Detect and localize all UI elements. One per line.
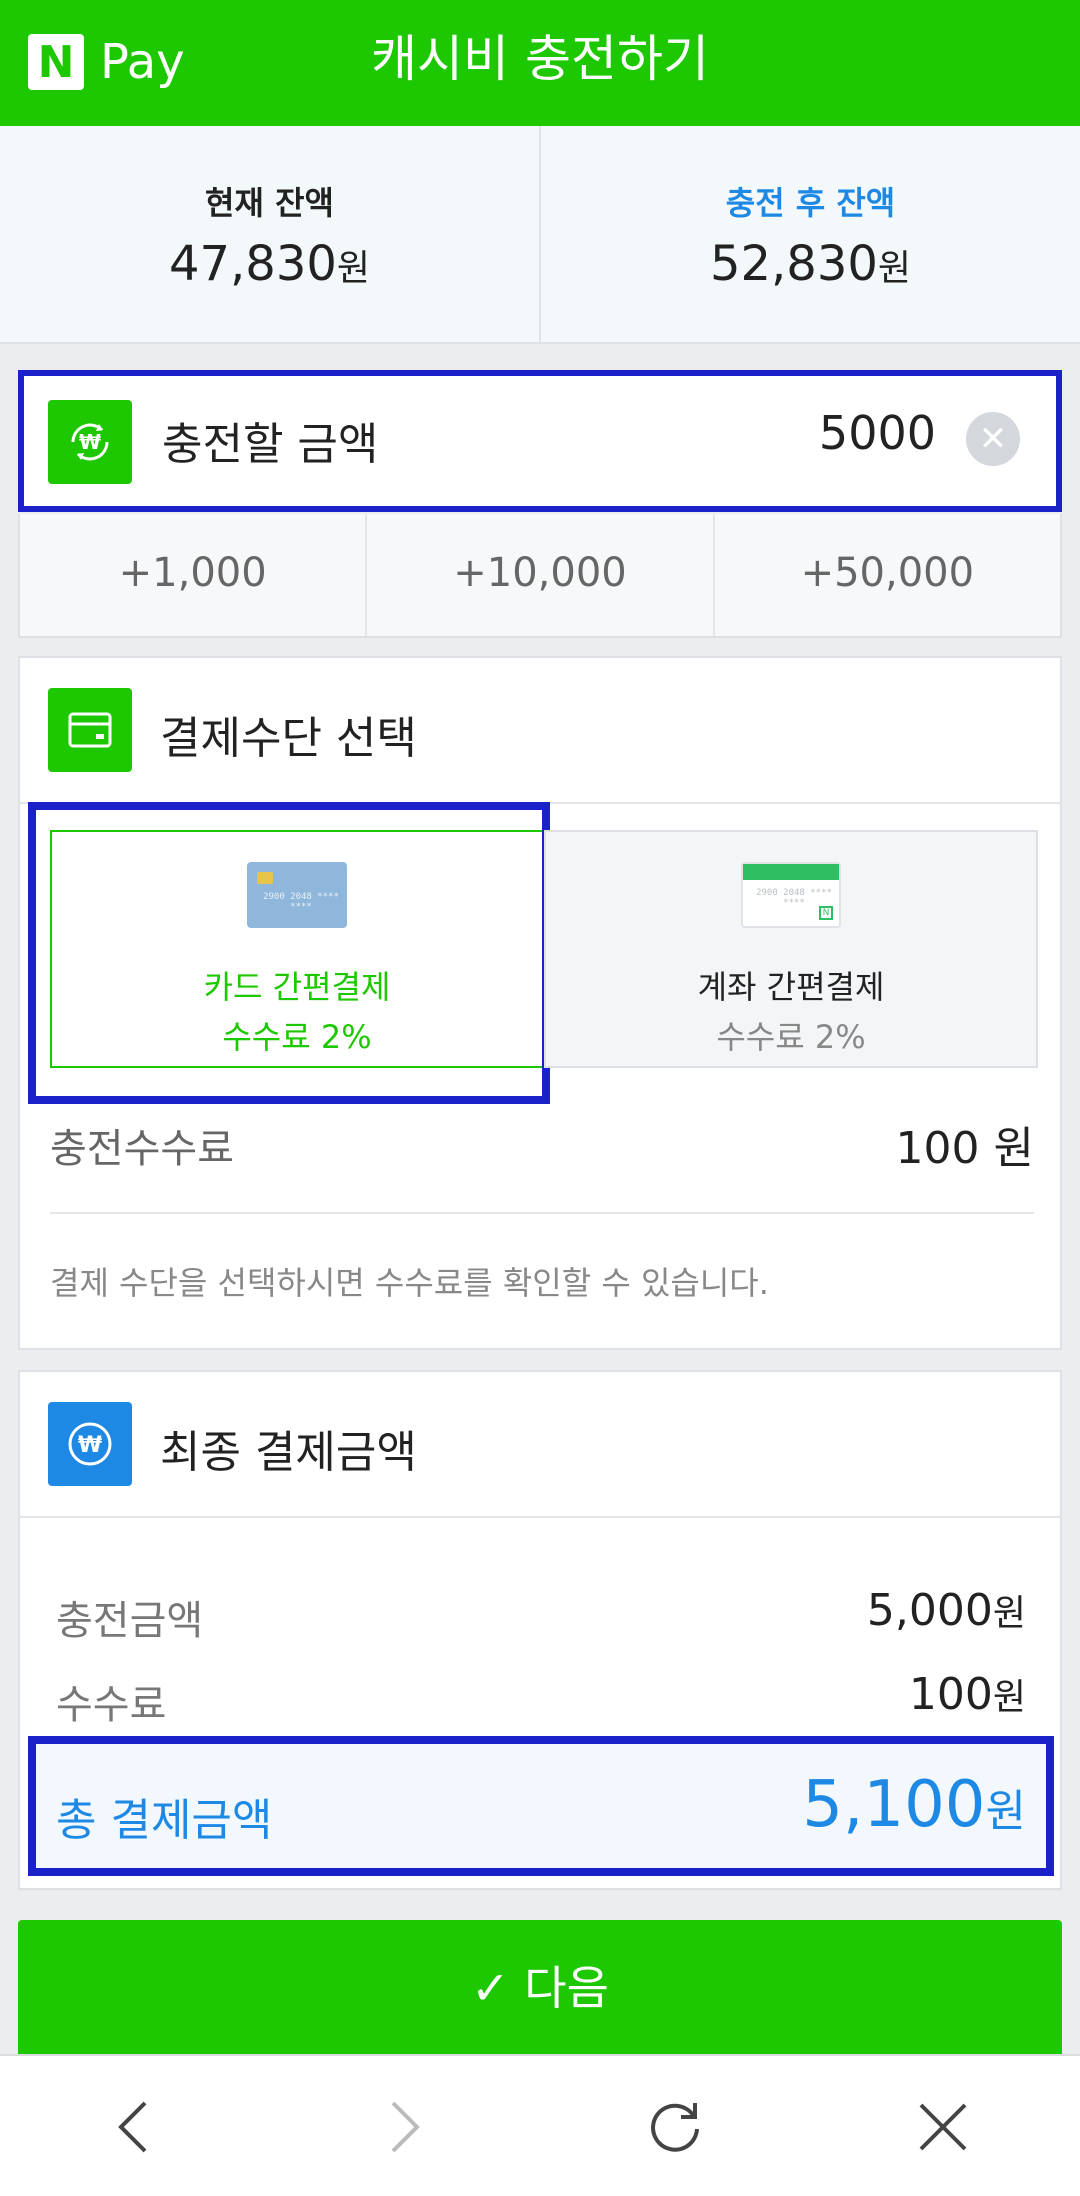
- after-balance-label: 충전 후 잔액: [725, 184, 896, 222]
- payment-method-section: 결제수단 선택 2900 2048 **** **** 카드 간편결제 수수료 …: [18, 656, 1062, 1350]
- account-easy-pay-option[interactable]: 2900 2048 **** **** N 계좌 간편결제 수수료 2%: [544, 830, 1038, 1068]
- charge-amount-summary: 충전금액 5,000원: [56, 1578, 1026, 1648]
- fee-summary-value: 100원: [908, 1669, 1026, 1720]
- charge-fee-value: 100 원: [895, 1123, 1034, 1174]
- app-header: N Pay 캐시비 충전하기: [0, 0, 1080, 126]
- fee-summary-label: 수수료: [56, 1682, 167, 1728]
- won-icon: ₩: [48, 1402, 132, 1486]
- after-balance: 충전 후 잔액 52,830원: [539, 126, 1080, 342]
- card-icon: [48, 688, 132, 772]
- current-balance: 현재 잔액 47,830원: [0, 126, 539, 342]
- unit: 원: [336, 248, 371, 289]
- option-fee: 수수료 2%: [716, 1018, 866, 1056]
- final-amount-section: ₩ 최종 결제금액 충전금액 5,000원 수수료 100원 총 결제금액 5,…: [18, 1370, 1062, 1890]
- total-payment-label: 총 결제금액: [56, 1795, 273, 1846]
- page-title: 캐시비 충전하기: [371, 30, 709, 88]
- charge-fee-label: 충전수수료: [50, 1126, 234, 1172]
- charge-fee-row: 충전수수료 100 원: [50, 1098, 1034, 1178]
- unit: 원: [877, 248, 912, 289]
- won-refresh-icon: ₩: [48, 400, 132, 484]
- current-balance-value: 47,830원: [168, 236, 371, 292]
- clear-icon[interactable]: ✕: [966, 412, 1020, 466]
- divider: [50, 1212, 1034, 1214]
- back-icon[interactable]: [88, 2082, 178, 2172]
- browser-toolbar: [0, 2054, 1080, 2196]
- fee-summary: 수수료 100원: [56, 1662, 1026, 1732]
- next-button[interactable]: ✓ 다음: [18, 1920, 1062, 2060]
- svg-text:₩: ₩: [78, 1433, 102, 1458]
- quick-add-buttons: +1,000 +10,000 +50,000: [18, 514, 1062, 638]
- charge-amount-row: ₩ 충전할 금액 ✕: [18, 370, 1062, 512]
- after-balance-value: 52,830원: [709, 236, 912, 292]
- bank-account-image: 2900 2048 **** **** N: [741, 862, 841, 928]
- selection-highlight: [28, 802, 550, 1104]
- current-balance-label: 현재 잔액: [205, 184, 334, 222]
- charge-amount-summary-label: 충전금액: [56, 1598, 204, 1644]
- add-50000-button[interactable]: +50,000: [712, 514, 1060, 636]
- add-10000-button[interactable]: +10,000: [365, 514, 712, 636]
- charge-amount-label: 충전할 금액: [162, 419, 379, 470]
- final-amount-title: 최종 결제금액: [160, 1427, 417, 1478]
- close-icon[interactable]: [898, 2082, 988, 2172]
- fee-note: 결제 수단을 선택하시면 수수료를 확인할 수 있습니다.: [50, 1264, 769, 1302]
- charge-amount-input[interactable]: [636, 406, 936, 460]
- add-1000-button[interactable]: +1,000: [20, 514, 365, 636]
- total-payment: 총 결제금액 5,100원: [28, 1736, 1054, 1876]
- forward-icon[interactable]: [360, 2082, 450, 2172]
- refresh-icon[interactable]: [630, 2082, 720, 2172]
- divider: [20, 1516, 1060, 1518]
- total-payment-value: 5,100원: [802, 1768, 1026, 1842]
- option-name: 계좌 간편결제: [697, 968, 885, 1006]
- payment-method-title: 결제수단 선택: [160, 713, 417, 764]
- balance-summary: 현재 잔액 47,830원 충전 후 잔액 52,830원: [0, 126, 1080, 344]
- svg-text:₩: ₩: [79, 430, 101, 454]
- charge-amount-summary-value: 5,000원: [866, 1585, 1026, 1636]
